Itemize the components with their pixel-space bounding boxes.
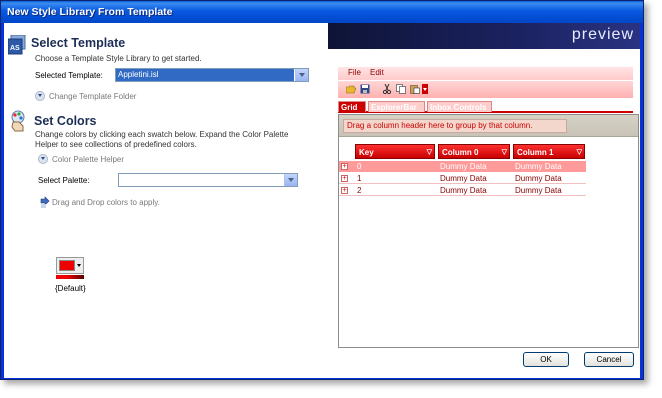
drag-drop-hint: Drag and Drop colors to apply. [52,198,160,207]
selected-template-label: Selected Template: [35,71,103,80]
filter-icon[interactable]: ▽ [502,145,507,160]
paste-icon[interactable] [410,84,420,94]
preview-tabs: Grid ExplorerBar Inbox Controls [338,101,633,113]
preview-banner: preview [328,23,640,49]
group-by-area[interactable]: Drag a column header here to group by th… [339,115,638,137]
column-header-key[interactable]: Key ▽ [355,144,435,159]
cut-icon[interactable] [382,83,392,95]
set-colors-description-1: Change colors by clicking each swatch be… [35,130,289,139]
expand-row-icon[interactable]: + [341,163,348,170]
set-colors-title: Set Colors [34,114,97,128]
save-icon[interactable] [360,84,370,94]
preview-menubar: File Edit [338,67,633,80]
table-cell: Dummy Data [515,174,562,183]
menu-edit[interactable]: Edit [370,68,384,77]
color-palette-helper-link[interactable]: Color Palette Helper [52,155,124,164]
palette-combo[interactable] [118,173,298,187]
table-row[interactable]: + 0 Dummy Data Dummy Data [339,161,586,172]
chevron-down-icon[interactable] [295,69,308,81]
expand-circle-icon[interactable] [35,91,45,101]
open-folder-icon[interactable] [345,84,357,94]
palette-combo-value [119,174,121,186]
swatch-label: {Default} [55,284,86,293]
color-swatch[interactable] [56,257,86,281]
window-title: New Style Library From Template [1,1,643,23]
group-by-text: Drag a column header here to group by th… [343,119,567,133]
tab-explorerbar[interactable]: ExplorerBar [368,101,425,112]
table-cell: 1 [357,174,362,183]
svg-text:AS: AS [10,45,20,52]
menu-file[interactable]: File [348,68,361,77]
drag-hand-icon [39,196,51,208]
preview-banner-text: preview [571,26,634,43]
swatch-gradient [56,275,84,279]
ok-button[interactable]: OK [523,352,569,367]
column-header-1[interactable]: Column 1 ▽ [513,144,585,159]
table-cell: 2 [357,186,362,195]
column-header-label: Column 1 [517,148,554,157]
tab-inbox-controls[interactable]: Inbox Controls [427,101,492,112]
palette-hand-icon [9,110,31,132]
table-cell: Dummy Data [515,186,562,195]
column-header-label: Column 0 [442,148,479,157]
swatch-color [59,260,75,271]
dialog-client: AS Select Template Choose a Template Sty… [4,23,640,378]
cancel-button[interactable]: Cancel [584,352,634,367]
table-cell: 0 [357,162,362,171]
swatch-dropdown-icon[interactable] [77,260,83,271]
table-cell: Dummy Data [440,162,487,171]
filter-icon[interactable]: ▽ [427,145,432,160]
dialog-window: New Style Library From Template AS Selec… [0,0,644,380]
template-combo-value: Appletini.isl [116,69,294,81]
set-colors-description-2: Helper to see collections of predefined … [35,140,197,149]
table-row[interactable]: + 2 Dummy Data Dummy Data [339,185,586,196]
preview-grid: Drag a column header here to group by th… [338,114,639,348]
table-cell: Dummy Data [515,162,562,171]
column-header-0[interactable]: Column 0 ▽ [438,144,510,159]
expand-circle-icon[interactable] [38,154,48,164]
select-template-description: Choose a Template Style Library to get s… [35,54,202,63]
tab-grid[interactable]: Grid [338,101,366,112]
table-row[interactable]: + 1 Dummy Data Dummy Data [339,173,586,184]
expand-row-icon[interactable]: + [341,187,348,194]
column-header-label: Key [359,148,374,157]
preview-panel: preview File Edit Grid ExplorerBar Inbox… [328,23,640,378]
left-panel: AS Select Template Choose a Template Sty… [4,23,328,378]
dropdown-icon[interactable] [422,84,428,94]
select-palette-label: Select Palette: [38,176,90,185]
table-cell: Dummy Data [440,174,487,183]
copy-icon[interactable] [396,84,406,94]
template-combo[interactable]: Appletini.isl [115,68,309,82]
swatch-button[interactable] [56,257,84,274]
chevron-down-icon[interactable] [284,174,297,186]
preview-toolbar [338,81,633,98]
stylelibrary-icon: AS [7,34,26,55]
filter-icon[interactable]: ▽ [577,145,582,160]
table-cell: Dummy Data [440,186,487,195]
change-template-folder-link[interactable]: Change Template Folder [49,92,136,101]
expand-row-icon[interactable]: + [341,175,348,182]
select-template-title: Select Template [31,36,126,50]
